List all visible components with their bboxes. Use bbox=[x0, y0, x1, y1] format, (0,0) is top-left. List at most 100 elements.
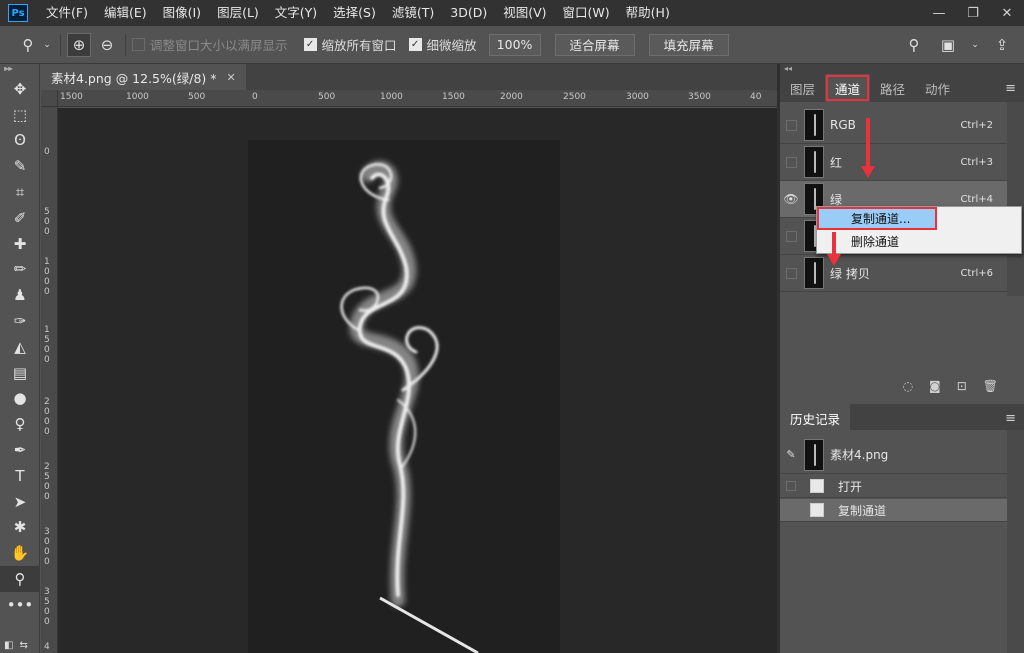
history-scrollbar[interactable] bbox=[1007, 430, 1024, 653]
zoom-tool-icon[interactable]: ⚲ bbox=[0, 566, 40, 592]
panel-menu-icon[interactable]: ≡ bbox=[1005, 81, 1016, 96]
marquee-icon[interactable]: ⬚ bbox=[0, 102, 40, 128]
history-source-box[interactable] bbox=[780, 505, 802, 515]
default-colors-icon[interactable]: ◧ bbox=[4, 640, 13, 651]
trash-icon[interactable]: 🗑 bbox=[983, 379, 998, 393]
vertical-ruler[interactable]: 0 500 1000 1500 2000 2500 3000 3500 4 bbox=[41, 107, 58, 653]
menu-item[interactable]: 视图(V) bbox=[495, 0, 554, 26]
zoom-icon[interactable]: ⚲ bbox=[16, 33, 40, 57]
menu-item[interactable]: 文件(F) bbox=[38, 0, 96, 26]
zoom-percent-field[interactable]: 100% bbox=[488, 33, 541, 56]
channel-name: 绿 拷贝 bbox=[830, 266, 870, 281]
panel-tab[interactable]: 路径 bbox=[870, 74, 915, 102]
channel-row[interactable]: 绿 拷贝 Ctrl+6 bbox=[780, 255, 1007, 292]
more-tools-icon[interactable]: ••• bbox=[0, 592, 40, 618]
blur-icon[interactable]: ● bbox=[0, 386, 40, 412]
zoom-out-icon[interactable]: ⊖ bbox=[95, 33, 119, 57]
channel-shortcut: Ctrl+4 bbox=[960, 193, 993, 205]
zoom-in-icon[interactable]: ⊕ bbox=[67, 32, 91, 57]
restore-button[interactable]: ❐ bbox=[956, 0, 990, 26]
panel-tab[interactable]: 图层 bbox=[780, 74, 825, 102]
brush-icon[interactable]: ✏ bbox=[0, 257, 40, 283]
pen-icon[interactable]: ✒ bbox=[0, 437, 40, 463]
menu-item[interactable]: 图像(I) bbox=[155, 0, 209, 26]
close-icon[interactable]: ✕ bbox=[227, 71, 236, 84]
document-image[interactable] bbox=[248, 140, 560, 653]
eyedropper-icon[interactable]: ✐ bbox=[0, 205, 40, 231]
dodge-icon[interactable]: ♀ bbox=[0, 411, 40, 437]
channel-row[interactable]: 红 Ctrl+3 bbox=[780, 144, 1007, 181]
history-state[interactable]: 打开 bbox=[780, 475, 1007, 498]
stamp-icon[interactable]: ♟ bbox=[0, 282, 40, 308]
history-state-label: 复制通道 bbox=[838, 503, 887, 518]
chevron-down-icon[interactable]: ⌄ bbox=[40, 33, 54, 57]
eraser-icon[interactable]: ◭ bbox=[0, 334, 40, 360]
menu-item[interactable]: 文字(Y) bbox=[267, 0, 325, 26]
document-tab[interactable]: 素材4.png @ 12.5%(绿/8) * ✕ bbox=[41, 64, 246, 90]
visibility-toggle[interactable] bbox=[780, 218, 802, 255]
menu-item[interactable]: 编辑(E) bbox=[96, 0, 155, 26]
shape-icon[interactable]: ✱ bbox=[0, 515, 40, 541]
visibility-toggle[interactable] bbox=[780, 255, 802, 292]
channel-row[interactable]: RGB Ctrl+2 bbox=[780, 107, 1007, 144]
ruler-origin[interactable] bbox=[41, 90, 58, 107]
fit-screen-button[interactable]: 适合屏幕 bbox=[554, 33, 635, 56]
workspace-icon[interactable]: ▣ bbox=[936, 33, 960, 57]
zoom-all-windows-checkbox[interactable]: ✓ 缩放所有窗口 bbox=[303, 35, 397, 54]
panel-tab[interactable]: 动作 bbox=[915, 74, 960, 102]
ruler-tick-label: 500 bbox=[188, 92, 206, 102]
healing-icon[interactable]: ✚ bbox=[0, 231, 40, 257]
scrubby-zoom-checkbox[interactable]: ✓ 细微缩放 bbox=[408, 35, 477, 54]
smoke-image bbox=[340, 160, 479, 653]
menu-item[interactable]: 窗口(W) bbox=[555, 0, 618, 26]
type-icon[interactable]: T bbox=[0, 463, 40, 489]
ruler-tick-label: 1000 bbox=[126, 92, 149, 102]
lasso-icon[interactable]: ʘ bbox=[0, 128, 40, 154]
close-button[interactable]: ✕ bbox=[990, 0, 1024, 26]
move-icon[interactable]: ✥ bbox=[0, 76, 40, 102]
delete-channel-menu-item[interactable]: 删除通道 bbox=[817, 230, 1021, 253]
new-channel-icon[interactable]: ⊡ bbox=[957, 379, 967, 393]
chevron-down-icon[interactable]: ⌄ bbox=[970, 33, 980, 57]
save-selection-icon[interactable]: ◙ bbox=[929, 379, 941, 393]
crop-icon[interactable]: ⌗ bbox=[0, 179, 40, 205]
swap-colors-icon[interactable]: ⇆ bbox=[19, 640, 27, 651]
ruler-tick-label: 3000 bbox=[626, 92, 649, 102]
menu-bar: Ps 文件(F) 编辑(E) 图像(I) 图层(L) 文字(Y) 选择(S) 滤镜(T) 3D… bbox=[0, 0, 1024, 26]
channels-scrollbar[interactable] bbox=[1007, 102, 1024, 296]
collapse-grip[interactable]: ▸▸ bbox=[1, 64, 41, 74]
menu-item[interactable]: 选择(S) bbox=[325, 0, 384, 26]
history-brush-icon[interactable]: ✎ bbox=[780, 448, 802, 461]
visibility-toggle[interactable] bbox=[780, 107, 802, 144]
quick-select-icon[interactable]: ✎ bbox=[0, 153, 40, 179]
channels-panel-tabs: 图层 通道 路径 动作 ≡ bbox=[780, 74, 1024, 102]
history-source-box[interactable] bbox=[780, 481, 802, 491]
menu-item[interactable]: 图层(L) bbox=[209, 0, 267, 26]
path-select-icon[interactable]: ➤ bbox=[0, 489, 40, 515]
channel-shortcut: Ctrl+2 bbox=[960, 119, 993, 131]
panel-collapse-grip[interactable]: ◂◂ bbox=[780, 64, 1024, 74]
share-icon[interactable]: ⇪ bbox=[990, 33, 1014, 57]
load-selection-icon[interactable]: ◌ bbox=[903, 379, 913, 393]
panel-tab[interactable]: 通道 bbox=[825, 74, 871, 102]
resize-windows-checkbox[interactable]: 调整窗口大小以满屏显示 bbox=[132, 35, 288, 54]
document-title: 素材4.png @ 12.5%(绿/8) * bbox=[51, 70, 217, 86]
history-state[interactable]: 复制通道 bbox=[780, 499, 1007, 522]
menu-item[interactable]: 滤镜(T) bbox=[384, 0, 442, 26]
panel-menu-icon[interactable]: ≡ bbox=[1005, 411, 1016, 426]
history-snapshot[interactable]: ✎ 素材4.png bbox=[780, 436, 1007, 474]
fill-screen-button[interactable]: 填充屏幕 bbox=[648, 33, 729, 56]
hand-icon[interactable]: ✋ bbox=[0, 540, 40, 566]
menu-item[interactable]: 3D(D) bbox=[442, 0, 495, 26]
search-icon[interactable]: ⚲ bbox=[902, 33, 926, 57]
history-brush-icon[interactable]: ✑ bbox=[0, 308, 40, 334]
duplicate-channel-menu-item[interactable]: 复制通道... bbox=[817, 207, 937, 230]
visibility-toggle[interactable] bbox=[780, 144, 802, 181]
gradient-icon[interactable]: ▤ bbox=[0, 360, 40, 386]
eye-icon[interactable]: 👁 bbox=[780, 181, 802, 218]
ruler-tick-label: 0 bbox=[44, 147, 50, 157]
tab-history[interactable]: 历史记录 bbox=[780, 404, 851, 432]
menu-item[interactable]: 帮助(H) bbox=[618, 0, 678, 26]
horizontal-ruler[interactable]: 1500 1000 500 0 500 1000 1500 2000 2500 3000 3500 4… bbox=[58, 90, 777, 107]
minimize-button[interactable]: — bbox=[922, 0, 956, 26]
